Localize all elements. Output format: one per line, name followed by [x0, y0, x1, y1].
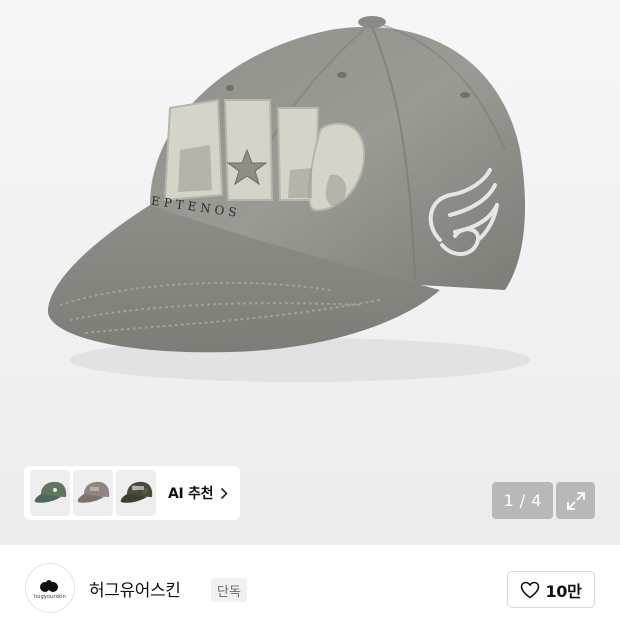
- product-image-gallery[interactable]: EPTENOS AI 추천 1 / 4: [0, 0, 620, 545]
- current-page: 1: [503, 491, 514, 510]
- ai-recommend-strip[interactable]: AI 추천: [24, 466, 240, 520]
- brown-cap-thumbnail: [77, 481, 110, 503]
- chevron-right-icon: [220, 487, 228, 500]
- exclusive-badge: 단독: [211, 578, 247, 602]
- image-page-counter: 1 / 4: [492, 482, 553, 519]
- like-count: 10만: [545, 581, 582, 601]
- green-cap-thumbnail: [34, 481, 67, 503]
- brand-logo[interactable]: hugyourskin: [25, 563, 75, 613]
- recommended-item-thumbnail[interactable]: [116, 470, 156, 516]
- brand-name[interactable]: 허그유어스킨: [89, 576, 181, 601]
- page-separator: /: [519, 491, 526, 510]
- recommended-item-thumbnail[interactable]: [30, 470, 70, 516]
- camo-cap-thumbnail: [120, 481, 153, 503]
- heart-outline-icon: [521, 581, 540, 598]
- brand-logo-mark-icon: [40, 579, 58, 592]
- product-photo: EPTENOS: [0, 0, 620, 545]
- expand-image-button[interactable]: [556, 482, 595, 519]
- total-pages: 4: [531, 491, 542, 510]
- brand-logo-text: hugyourskin: [34, 593, 66, 600]
- expand-arrows-icon: [566, 491, 585, 510]
- ai-recommend-label: AI 추천: [168, 486, 214, 502]
- recommended-item-thumbnail[interactable]: [73, 470, 113, 516]
- like-button[interactable]: 10만: [507, 571, 595, 608]
